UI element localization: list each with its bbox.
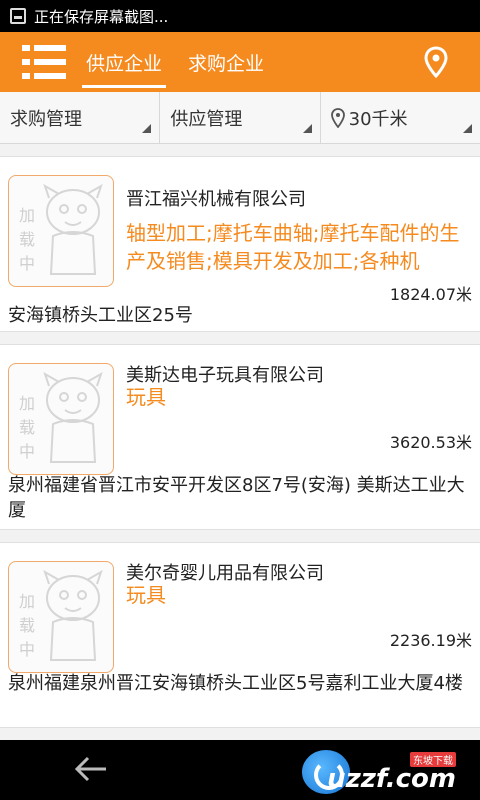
mascot-placeholder-icon bbox=[43, 183, 103, 275]
dropdown-triangle-icon bbox=[142, 124, 152, 133]
watermark-text: uzzf.com bbox=[327, 764, 456, 794]
company-name: 晋江福兴机械有限公司 bbox=[126, 189, 306, 210]
list-item[interactable]: 加载中 美尔奇婴儿用品有限公司 玩具 2236.19米 泉州福建泉州晋江安海镇桥… bbox=[0, 542, 480, 728]
watermark-logo: 东坡下载 uzzf.com bbox=[298, 746, 470, 796]
navigation-bar: 东坡下载 uzzf.com bbox=[0, 740, 480, 800]
tab-purchase-companies[interactable]: 求购企业 bbox=[184, 32, 268, 92]
menu-icon[interactable] bbox=[22, 45, 66, 79]
company-products: 玩具 bbox=[126, 583, 166, 607]
company-address: 泉州福建泉州晋江安海镇桥头工业区5号嘉利工业大厦4楼 bbox=[8, 673, 463, 694]
company-products: 轴型加工;摩托车曲轴;摩托车配件的生产及销售;模具开发及加工;各种机 bbox=[126, 221, 460, 273]
filter-distance[interactable]: 30千米 bbox=[321, 92, 480, 143]
mascot-placeholder-icon bbox=[43, 569, 103, 661]
company-thumbnail: 加载中 bbox=[8, 175, 114, 287]
location-pin-icon[interactable] bbox=[424, 46, 448, 78]
company-distance: 2236.19米 bbox=[389, 631, 472, 650]
filter-supply-management[interactable]: 供应管理 bbox=[160, 92, 321, 143]
company-thumbnail: 加载中 bbox=[8, 363, 114, 475]
company-distance: 1824.07米 bbox=[389, 285, 472, 304]
dropdown-triangle-icon bbox=[302, 124, 312, 133]
filter-label: 求购管理 bbox=[10, 108, 82, 130]
company-address: 安海镇桥头工业区25号 bbox=[8, 305, 193, 326]
status-bar: 正在保存屏幕截图... bbox=[0, 0, 480, 32]
status-notification: 正在保存屏幕截图... bbox=[34, 7, 169, 26]
list-item[interactable]: 加载中 晋江福兴机械有限公司 轴型加工;摩托车曲轴;摩托车配件的生产及销售;模具… bbox=[0, 156, 480, 332]
filter-bar: 求购管理 供应管理 30千米 bbox=[0, 92, 480, 144]
company-list: 加载中 晋江福兴机械有限公司 轴型加工;摩托车曲轴;摩托车配件的生产及销售;模具… bbox=[0, 156, 480, 740]
company-thumbnail: 加载中 bbox=[8, 561, 114, 673]
location-icon bbox=[330, 107, 345, 128]
company-address: 泉州福建省晋江市安平开发区8区7号(安海) 美斯达工业大厦 bbox=[8, 475, 465, 521]
filter-label: 30千米 bbox=[348, 108, 408, 130]
dropdown-triangle-icon bbox=[462, 124, 472, 133]
screenshot-icon bbox=[10, 8, 26, 24]
back-arrow-icon[interactable] bbox=[74, 754, 108, 784]
filter-purchase-management[interactable]: 求购管理 bbox=[0, 92, 161, 143]
mascot-placeholder-icon bbox=[43, 371, 103, 463]
company-products: 玩具 bbox=[126, 385, 166, 409]
list-item[interactable]: 加载中 美斯达电子玩具有限公司 玩具 3620.53米 泉州福建省晋江市安平开发… bbox=[0, 344, 480, 530]
app-bar: 供应企业 求购企业 bbox=[0, 32, 480, 92]
tab-supply-companies[interactable]: 供应企业 bbox=[82, 32, 167, 92]
filter-label: 供应管理 bbox=[170, 108, 243, 130]
company-distance: 3620.53米 bbox=[389, 433, 472, 452]
